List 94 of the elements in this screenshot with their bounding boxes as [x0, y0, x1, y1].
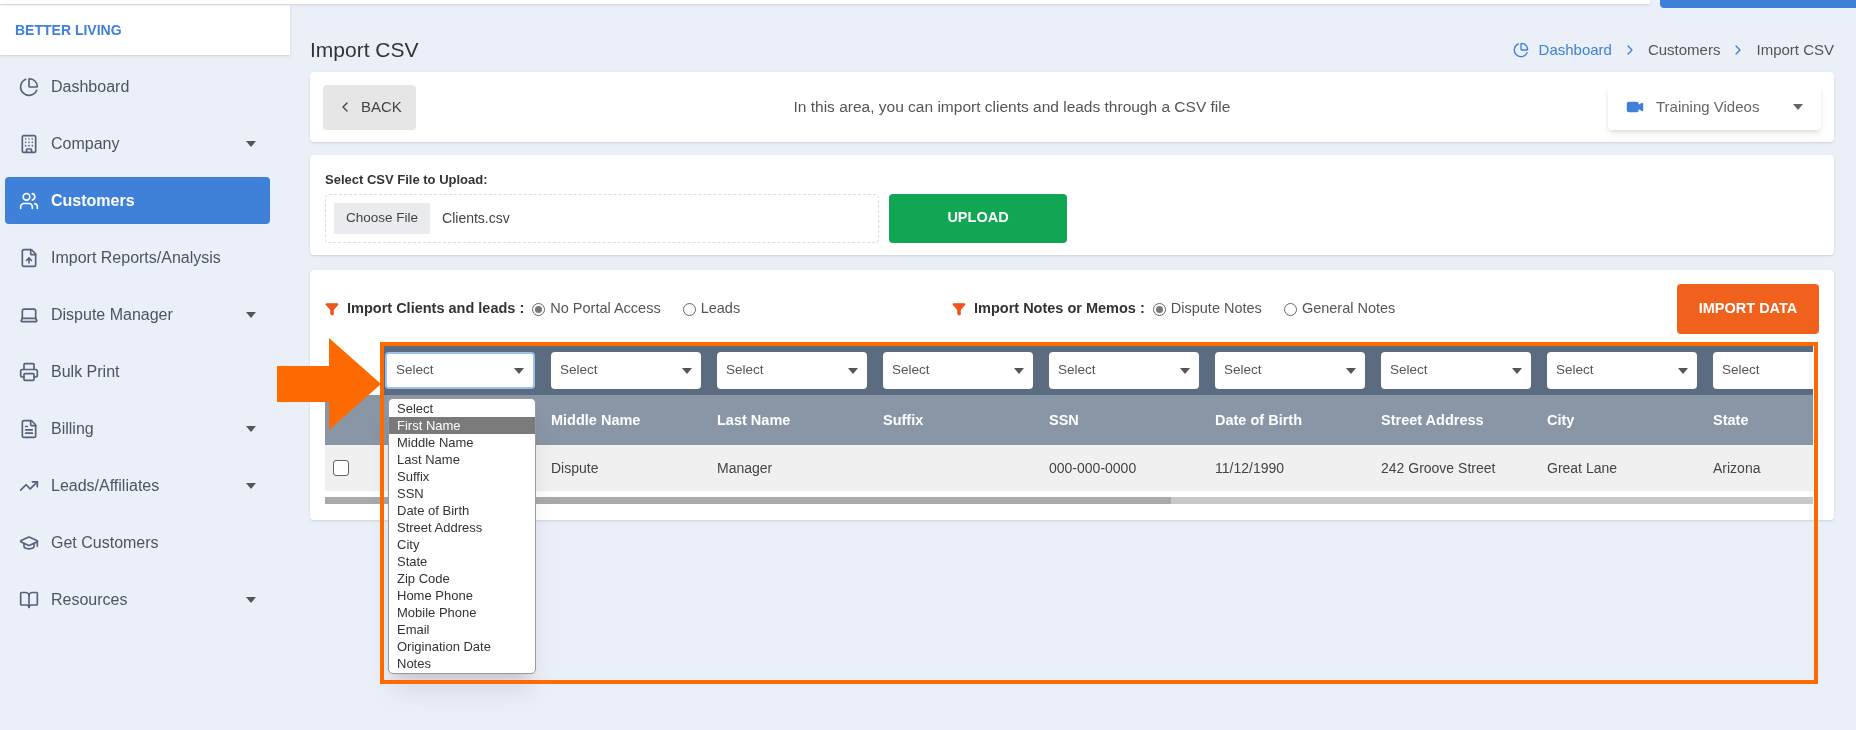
column-select[interactable]: Select: [1215, 352, 1365, 389]
column-select[interactable]: Select: [1381, 352, 1531, 389]
option-label: Import Notes or Memos :: [974, 299, 1145, 319]
caret-icon: [1793, 104, 1803, 110]
caret-icon: [1678, 367, 1688, 374]
document-icon: [19, 418, 39, 439]
intro-text: In this area, you can import clients and leads through a CSV file: [792, 97, 1232, 118]
breadcrumb-link[interactable]: Customers: [1647, 38, 1721, 62]
breadcrumb-current: Import CSV: [1756, 39, 1834, 60]
table-cell: 000-000-0000: [1049, 460, 1137, 476]
sidebar-item[interactable]: Dashboard: [5, 63, 270, 110]
dropdown-option[interactable]: State: [389, 553, 535, 570]
radio-option[interactable]: No Portal Access: [532, 298, 661, 320]
dropdown-option[interactable]: City: [389, 536, 535, 553]
column-header: State: [1713, 412, 1749, 428]
caret-icon: [246, 311, 256, 318]
table-cell: 11/12/1990: [1215, 460, 1285, 476]
caret-icon: [246, 425, 256, 432]
caret-icon: [246, 482, 256, 489]
column-select[interactable]: Select: [883, 352, 1033, 389]
file-name: Clients.csv: [442, 208, 510, 228]
dropdown-option[interactable]: First Name: [389, 417, 535, 434]
caret-icon: [246, 140, 256, 147]
file-upload-icon: [19, 247, 39, 268]
table-cell: Manager: [717, 460, 773, 476]
filter-icon: [325, 302, 339, 316]
table-cell: Great Lane: [1547, 460, 1618, 476]
dropdown-option[interactable]: Last Name: [389, 451, 535, 468]
table-cell: Arizona: [1713, 460, 1761, 476]
column-header: Last Name: [717, 412, 791, 428]
column-header: Street Address: [1381, 412, 1484, 428]
pie-chart-icon: [1512, 42, 1529, 58]
printer-icon: [19, 361, 39, 382]
dropdown-option[interactable]: Street Address: [389, 519, 535, 536]
book-icon: [19, 589, 39, 610]
caret-icon: [1014, 367, 1024, 374]
column-select[interactable]: Select: [1713, 352, 1813, 389]
option-label: Import Clients and leads :: [347, 299, 525, 319]
column-header: City: [1547, 412, 1575, 428]
pie-chart-icon: [19, 76, 39, 97]
file-input-field[interactable]: Choose File Clients.csv: [325, 193, 879, 243]
column-header: SSN: [1049, 412, 1079, 428]
back-button[interactable]: BACK: [323, 84, 416, 130]
column-select[interactable]: Select: [717, 352, 867, 389]
dropdown-option[interactable]: Home Phone: [389, 587, 535, 604]
table-cell: Dispute: [551, 460, 599, 476]
brand-name[interactable]: BETTER LIVING: [15, 19, 122, 41]
breadcrumb-link[interactable]: Dashboard: [1538, 38, 1612, 62]
dropdown-option[interactable]: Zip Code: [389, 570, 535, 587]
column-select[interactable]: Select: [1547, 352, 1697, 389]
sidebar-item[interactable]: Company: [5, 120, 270, 167]
sidebar-item[interactable]: Import Reports/Analysis: [5, 234, 270, 281]
dropdown-option[interactable]: Middle Name: [389, 434, 535, 451]
dropdown-option[interactable]: Select: [389, 400, 535, 417]
horizontal-scrollbar[interactable]: [325, 497, 1813, 504]
upload-label: Select CSV File to Upload:: [325, 171, 489, 189]
dropdown-option[interactable]: Origination Date: [389, 638, 535, 655]
table-cell: 242 Groove Street: [1381, 460, 1496, 476]
building-icon: [19, 133, 39, 154]
sidebar-item[interactable]: Resources: [5, 576, 270, 623]
sidebar-item[interactable]: Dispute Manager: [5, 291, 270, 338]
radio-option[interactable]: Dispute Notes: [1152, 298, 1262, 320]
caret-icon: [682, 367, 692, 374]
caret-icon: [1346, 367, 1356, 374]
dropdown-option[interactable]: Date of Birth: [389, 502, 535, 519]
sidebar-item[interactable]: Bulk Print: [5, 348, 270, 395]
choose-file-button[interactable]: Choose File: [334, 202, 431, 234]
sidebar-item[interactable]: Customers: [5, 177, 270, 224]
dropdown-option[interactable]: Notes: [389, 655, 535, 672]
sidebar-item[interactable]: Billing: [5, 405, 270, 452]
column-select[interactable]: Select: [551, 352, 701, 389]
dropdown-option[interactable]: Mobile Phone: [389, 604, 535, 621]
column-header: Suffix: [883, 412, 924, 428]
column-select[interactable]: Select: [385, 352, 535, 389]
caret-icon: [1512, 367, 1522, 374]
radio-option[interactable]: Leads: [682, 298, 741, 320]
row-checkbox[interactable]: [333, 460, 349, 476]
caret-icon: [848, 367, 858, 374]
dropdown-option[interactable]: Suffix: [389, 468, 535, 485]
page-title: Import CSV: [310, 37, 419, 64]
users-icon: [19, 190, 39, 211]
sidebar-item[interactable]: Get Customers: [5, 519, 270, 566]
dropdown-option[interactable]: SSN: [389, 485, 535, 502]
caret-icon: [246, 596, 256, 603]
training-videos-dropdown[interactable]: Training Videos: [1608, 84, 1821, 130]
sidebar-item[interactable]: Leads/Affiliates: [5, 462, 270, 509]
radio-option[interactable]: General Notes: [1283, 298, 1396, 320]
dropdown-option[interactable]: Email: [389, 621, 535, 638]
column-header: Middle Name: [551, 412, 641, 428]
column-header: Date of Birth: [1215, 412, 1302, 428]
caret-icon: [1180, 367, 1190, 374]
caret-icon: [514, 367, 524, 374]
column-select[interactable]: Select: [1049, 352, 1199, 389]
filter-icon: [952, 302, 966, 316]
